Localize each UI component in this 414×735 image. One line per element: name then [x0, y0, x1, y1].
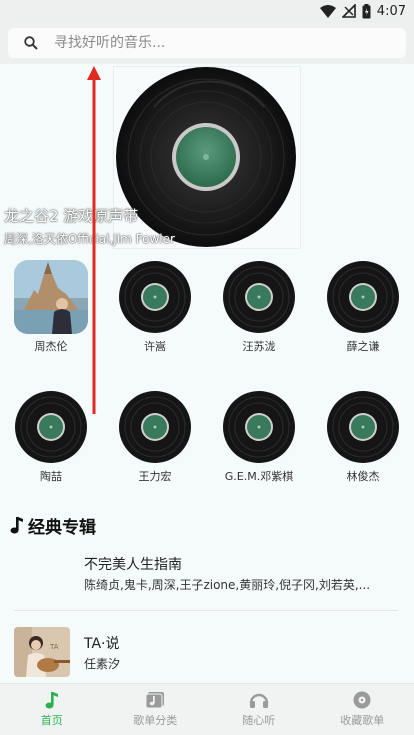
- artist-item[interactable]: 薛之谦: [318, 260, 408, 356]
- artist-item[interactable]: G.E.M.邓紫棋: [214, 390, 304, 486]
- artist-item[interactable]: 陶喆: [6, 390, 96, 486]
- playlist-icon: [145, 692, 165, 709]
- artist-name: 陶喆: [40, 470, 62, 483]
- artist-name: 汪苏泷: [242, 340, 276, 353]
- artist-photo: [14, 260, 88, 334]
- no-signal-icon: [341, 4, 356, 18]
- wifi-icon: [319, 4, 336, 18]
- artist-name: 许嵩: [144, 340, 166, 353]
- nav-favorite-playlists[interactable]: 收藏歌单: [311, 684, 414, 735]
- artist-item[interactable]: 汪苏泷: [214, 260, 304, 356]
- battery-icon: [362, 3, 371, 18]
- vinyl-disc-icon: [223, 391, 295, 463]
- artist-item[interactable]: 王力宏: [110, 390, 200, 486]
- album-cover-image: TA: [14, 627, 70, 677]
- artist-item[interactable]: 许嵩: [110, 260, 200, 356]
- vinyl-disc-icon: [15, 391, 87, 463]
- artist-item[interactable]: 周杰伦: [6, 260, 96, 356]
- vinyl-disc-icon: [119, 261, 191, 333]
- artist-item[interactable]: 林俊杰: [318, 390, 408, 486]
- nav-home[interactable]: 首页: [0, 684, 104, 735]
- album-name: 不完美人生指南: [84, 557, 182, 573]
- divider: [14, 610, 398, 611]
- vinyl-disc-icon: [327, 261, 399, 333]
- vinyl-disc-image: [116, 67, 296, 247]
- bottom-navigation: 首页 歌单分类 随心听 收藏歌单: [0, 683, 414, 735]
- album-row[interactable]: TA TA·说 任素汐: [14, 627, 398, 679]
- artist-name: 薛之谦: [346, 340, 380, 353]
- search-icon[interactable]: [24, 36, 38, 50]
- nav-label: 随心听: [242, 714, 276, 727]
- search-bar[interactable]: [8, 28, 406, 58]
- nav-playlist-categories[interactable]: 歌单分类: [104, 684, 208, 735]
- search-area: [0, 22, 414, 64]
- nav-random-listen[interactable]: 随心听: [207, 684, 311, 735]
- artist-name: 王力宏: [138, 470, 172, 483]
- album-artists: 任素汐: [84, 657, 121, 671]
- nav-label: 首页: [40, 714, 63, 727]
- album-name: TA·说: [84, 636, 120, 652]
- status-bar: 4:07: [0, 0, 414, 22]
- music-note-icon: [10, 517, 23, 534]
- status-icons: 4:07: [319, 2, 406, 20]
- artist-name: 林俊杰: [346, 470, 380, 483]
- nav-label: 歌单分类: [133, 714, 178, 727]
- vinyl-disc-icon: [223, 261, 295, 333]
- artist-name: G.E.M.邓紫棋: [224, 470, 294, 483]
- vinyl-disc-icon: [327, 391, 399, 463]
- featured-album-title[interactable]: 龙之谷2 游戏原声带: [4, 205, 138, 226]
- artist-name: 周杰伦: [34, 340, 68, 353]
- album-row[interactable]: 不完美人生指南 陈绮贞,鬼卡,周深,王子zione,黄丽玲,倪子冈,刘若英,..…: [14, 552, 398, 602]
- annotation-arrow: [87, 66, 101, 414]
- vinyl-disc-icon: [119, 391, 191, 463]
- section-title: 经典专辑: [28, 517, 96, 538]
- disc-icon: [353, 691, 371, 709]
- search-input[interactable]: [54, 30, 384, 56]
- status-time: 4:07: [376, 3, 406, 19]
- featured-album-cover[interactable]: [113, 66, 301, 249]
- headphones-icon: [249, 693, 268, 708]
- svg-text:TA: TA: [49, 643, 59, 651]
- music-note-icon: [45, 692, 58, 709]
- album-artists: 陈绮贞,鬼卡,周深,王子zione,黄丽玲,倪子冈,刘若英,...: [84, 578, 371, 592]
- section-header-classic-albums: 经典专辑: [10, 513, 96, 538]
- nav-label: 收藏歌单: [340, 714, 385, 727]
